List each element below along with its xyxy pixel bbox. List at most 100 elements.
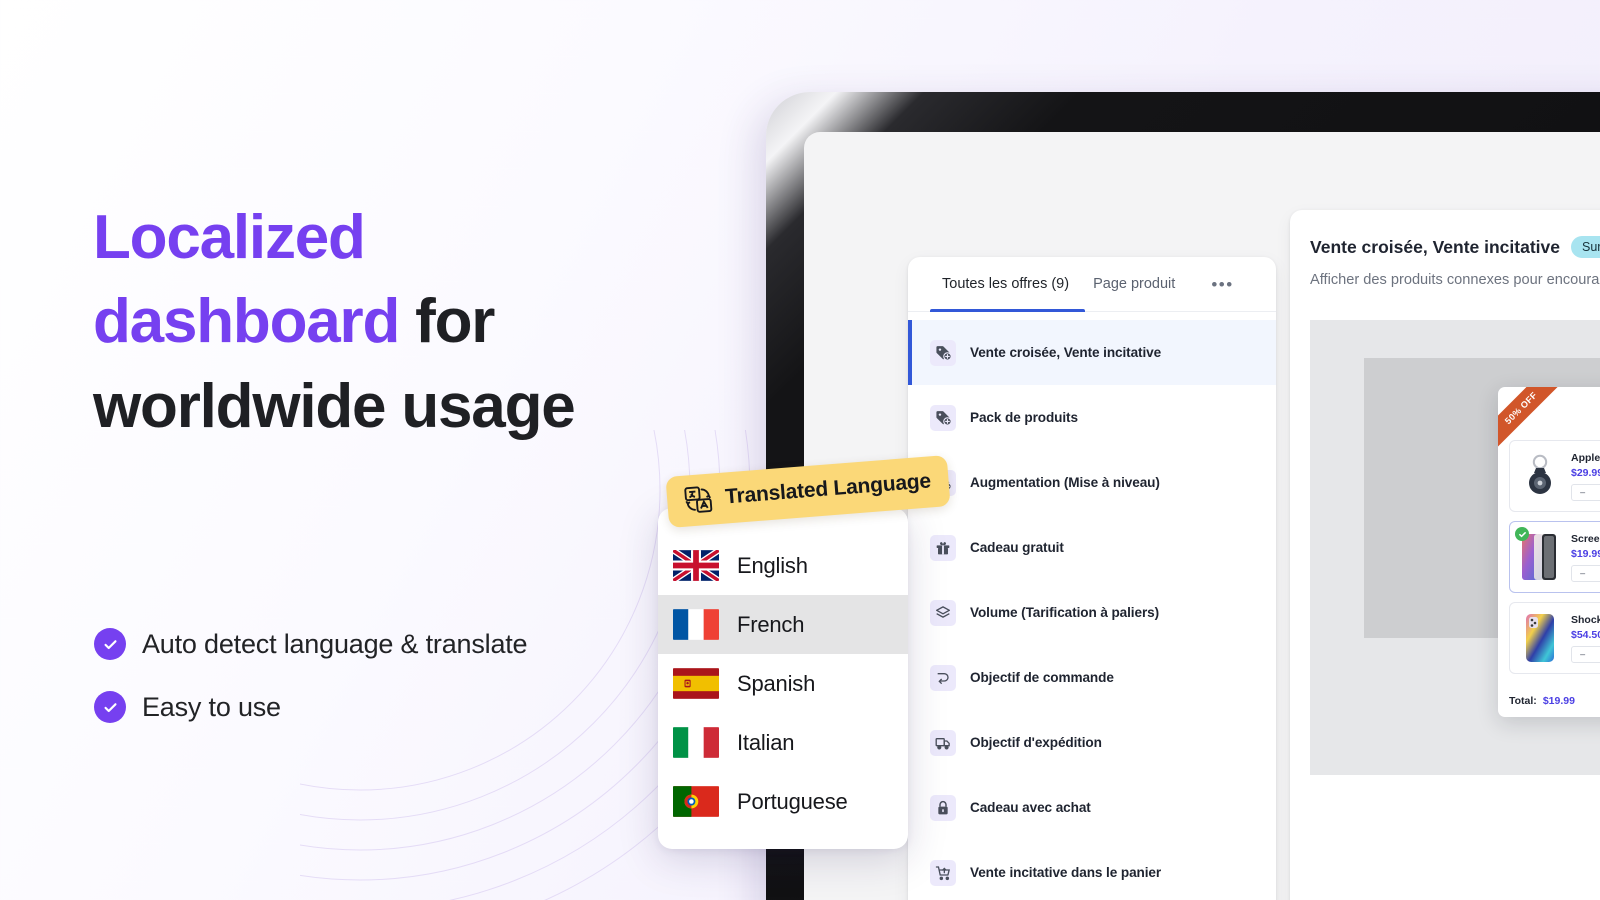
gift-icon <box>930 534 956 561</box>
headline-line: Localized <box>93 196 713 280</box>
feature-bullet-list: Auto detect language & translate Easy to … <box>94 628 528 754</box>
headline-line: dashboard for <box>93 280 713 364</box>
headline-accent-text: Localized <box>93 203 366 272</box>
offer-list-item-label: Cadeau avec achat <box>970 800 1091 815</box>
flag-pt-icon <box>673 786 719 817</box>
hero-text-block: Localized dashboard for worldwide usage <box>93 196 713 449</box>
offer-list-item-label: Vente croisée, Vente incitative <box>970 345 1162 360</box>
product-info: Screen P $19.99 $ –1+ <box>1571 533 1600 582</box>
product-info: Apple Ai $29.99 –1+ <box>1571 452 1600 501</box>
language-dropdown-panel: English French Spanish Italian Portuguese <box>658 508 908 849</box>
tab-product-page[interactable]: Page produit <box>1081 257 1187 312</box>
detail-header: Vente croisée, Vente incitative Sur la p… <box>1290 210 1600 288</box>
flag-it-icon <box>673 727 719 758</box>
offer-list-item[interactable]: Objectif d'expédition <box>908 710 1276 775</box>
quantity-stepper[interactable]: –1+ <box>1571 483 1600 501</box>
decrement-button[interactable]: – <box>1580 568 1585 578</box>
offer-list-item-label: Vente incitative dans le panier <box>970 865 1162 880</box>
offer-list-item-label: Pack de produits <box>970 410 1078 425</box>
check-circle-icon <box>94 691 126 723</box>
product-price: $29.99 <box>1571 466 1600 479</box>
product-price-row: $19.99 $ <box>1571 548 1600 560</box>
product-price: $19.99 <box>1571 547 1600 560</box>
flag-uk-icon <box>673 550 719 581</box>
offer-list-item-label: Objectif de commande <box>970 670 1114 685</box>
offer-list-item-label: Volume (Tarification à paliers) <box>970 605 1160 620</box>
tab-overflow-menu-icon[interactable]: ••• <box>1211 257 1233 312</box>
offer-list-item[interactable]: Vente croisée, Vente incitative <box>908 320 1276 385</box>
flag-fr-icon <box>673 609 719 640</box>
offer-list-item[interactable]: Cadeau gratuit <box>908 515 1276 580</box>
language-option-label: French <box>737 611 805 637</box>
headline-line: worldwide usage <box>93 365 713 449</box>
language-option-label: English <box>737 552 808 578</box>
language-option[interactable]: English <box>658 536 908 595</box>
layers-icon <box>930 599 956 626</box>
language-option[interactable]: Italian <box>658 713 908 772</box>
offer-widget-preview: 50% OFF Yo Get the most Apple Ai$29.99 –… <box>1498 387 1600 717</box>
product-thumbnail <box>1519 449 1561 503</box>
badge-label: Translated Language <box>724 469 932 509</box>
offer-list-item-label: Augmentation (Mise à niveau) <box>970 475 1160 490</box>
offer-list-item[interactable]: Objectif de commande <box>908 645 1276 710</box>
feature-bullet: Auto detect language & translate <box>94 628 528 660</box>
product-name: Screen P <box>1571 532 1600 545</box>
product-info: Shockpro $54.50 $ –1+ <box>1571 614 1600 663</box>
quantity-stepper[interactable]: –1+ <box>1571 564 1600 582</box>
feature-bullet-label: Easy to use <box>142 691 281 722</box>
quantity-stepper[interactable]: –1+ <box>1571 645 1600 663</box>
headline-text: worldwide usage <box>93 371 576 441</box>
status-badge: Sur la page p <box>1570 236 1600 258</box>
widget-product-row[interactable]: Screen P $19.99 $ –1+ <box>1509 521 1600 593</box>
offer-preview-canvas: 50% OFF Yo Get the most Apple Ai$29.99 –… <box>1310 320 1600 775</box>
gift-lock-icon <box>930 794 956 821</box>
headline-text: for <box>415 287 495 357</box>
product-thumbnail <box>1515 527 1561 584</box>
tag-plus-icon <box>930 404 956 431</box>
cart-up-icon <box>930 859 956 886</box>
detail-title: Vente croisée, Vente incitative <box>1310 236 1560 257</box>
offer-list-item-label: Cadeau gratuit <box>970 540 1064 555</box>
total-label: Total: <box>1509 695 1537 707</box>
tab-all-offers[interactable]: Toutes les offres (9) <box>930 257 1081 312</box>
feature-bullet-label: Auto detect language & translate <box>142 628 528 659</box>
widget-product-row[interactable]: Shockpro $54.50 $ –1+ <box>1509 602 1600 674</box>
product-price-row: $54.50 $ <box>1571 629 1600 641</box>
offer-list-item[interactable]: Pack de produits <box>908 385 1276 450</box>
selected-check-icon <box>1515 527 1529 541</box>
language-option[interactable]: French <box>658 595 908 654</box>
page-title: Localized dashboard for worldwide usage <box>93 196 713 449</box>
offers-list-card: Toutes les offres (9) Page produit ••• V… <box>908 257 1276 900</box>
tablet-screen: Toutes les offres (9) Page produit ••• V… <box>804 132 1600 900</box>
language-option[interactable]: Portuguese <box>658 772 908 831</box>
decrement-button[interactable]: – <box>1580 649 1585 659</box>
language-option[interactable]: Spanish <box>658 654 908 713</box>
offer-list-item-label: Objectif d'expédition <box>970 735 1102 750</box>
offer-list-item[interactable]: Augmentation (Mise à niveau) <box>908 450 1276 515</box>
detail-subtitle: Afficher des produits connexes pour enco… <box>1310 272 1600 288</box>
headline-accent-text: dashboard <box>93 287 416 357</box>
total-value: $19.99 <box>1542 695 1575 707</box>
active-tab-indicator <box>930 309 1085 312</box>
widget-product-row[interactable]: Apple Ai $29.99 –1+ <box>1509 440 1600 512</box>
product-name: Shockpro <box>1571 613 1600 626</box>
translate-icon <box>684 486 713 513</box>
detail-footer: P <box>1290 876 1600 900</box>
tab-bar: Toutes les offres (9) Page produit ••• <box>908 257 1276 312</box>
decrement-button[interactable]: – <box>1580 487 1585 497</box>
language-option-label: Portuguese <box>737 788 848 814</box>
check-circle-icon <box>94 628 126 660</box>
product-name: Apple Ai <box>1571 451 1600 464</box>
offer-list-item[interactable]: Cadeau avec achat <box>908 775 1276 840</box>
offer-list-item[interactable]: Vente incitative dans le panier <box>908 840 1276 900</box>
flag-es-icon <box>673 668 719 699</box>
offer-detail-card: Vente croisée, Vente incitative Sur la p… <box>1290 210 1600 900</box>
tag-plus-icon <box>930 339 956 366</box>
offer-list-item[interactable]: Volume (Tarification à paliers) <box>908 580 1276 645</box>
language-option-label: Italian <box>737 729 795 755</box>
truck-icon <box>930 729 956 756</box>
language-option-label: Spanish <box>737 670 816 696</box>
offer-list: Vente croisée, Vente incitative Pack de p… <box>908 312 1276 900</box>
product-price: $54.50 <box>1571 628 1600 641</box>
feature-bullet: Easy to use <box>94 691 527 723</box>
